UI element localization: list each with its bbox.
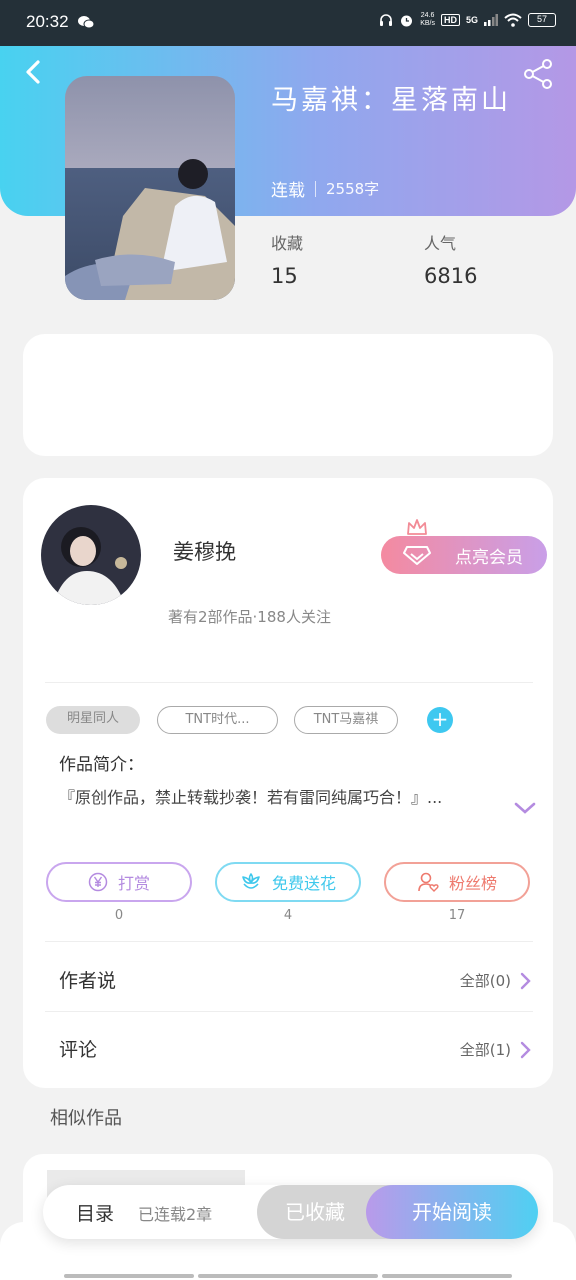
blank-card [23, 334, 553, 456]
wechat-icon [78, 16, 94, 29]
crown-icon [407, 519, 427, 535]
status-icons: 24.6 KB/s HD 5G 57 [379, 12, 556, 28]
favorites-label: 收藏 [271, 234, 304, 253]
fan-ranking-label: 粉丝榜 [448, 874, 497, 893]
chapter-count: 已连载2章 [138, 1205, 213, 1224]
author-says-label: 作者说 [59, 970, 117, 992]
book-title: 马嘉祺：星落南山 [271, 85, 511, 116]
signal-icon [484, 14, 498, 26]
share-icon[interactable] [522, 58, 554, 90]
author-meta: 著有2部作品·188人关注 [168, 608, 331, 626]
fan-ranking-button[interactable]: 粉丝榜 [384, 862, 530, 902]
nav-indicator [382, 1274, 512, 1278]
headphones-icon [380, 14, 393, 26]
author-name[interactable]: 姜穆挽 [173, 536, 236, 566]
reward-label: 打赏 [117, 874, 150, 893]
wifi-icon [504, 13, 522, 27]
yen-coin-icon [88, 872, 108, 892]
similar-works-title: 相似作品 [50, 1108, 122, 1129]
popularity-stat: 人气 6816 [424, 230, 477, 288]
reward-count: 0 [114, 908, 124, 923]
word-count: 2558字 [326, 180, 380, 198]
serial-status: 连载 [271, 181, 305, 201]
send-flower-label: 免费送花 [271, 874, 336, 893]
divider [45, 941, 533, 942]
intro-label: 作品简介： [59, 755, 144, 775]
comments-link[interactable]: 全部(1) [460, 1039, 531, 1060]
author-says-link[interactable]: 全部(0) [460, 970, 531, 991]
favorites-value: 15 [271, 264, 298, 288]
divider [45, 682, 533, 683]
favorites-stat: 收藏 15 [271, 230, 303, 288]
chevron-down-icon[interactable] [513, 800, 537, 816]
status-divider [315, 180, 316, 197]
user-heart-icon [418, 872, 439, 892]
status-bar: 20:32 24.6 KB/s HD 5G 57 [0, 0, 576, 46]
tag-item[interactable]: TNT时代... [157, 706, 278, 734]
send-flower-button[interactable]: 免费送花 [215, 862, 361, 902]
reward-button[interactable]: 打赏 [46, 862, 192, 902]
flower-count: 4 [283, 908, 293, 923]
bottom-action-bar: 目录 已连载2章 已收藏 开始阅读 [43, 1185, 538, 1239]
vip-label: 点亮会员 [455, 547, 523, 568]
popularity-label: 人气 [424, 234, 457, 253]
start-reading-button[interactable]: 开始阅读 [366, 1185, 538, 1239]
diamond-icon [403, 546, 431, 565]
nav-indicator [198, 1274, 378, 1278]
author-says-count: 全部(0) [459, 972, 511, 990]
intro-text: 『原创作品，禁止转载抄袭！若有雷同纯属巧合！』... [59, 788, 443, 807]
network-speed: 24.6 KB/s [420, 12, 435, 27]
comments-label: 评论 [59, 1039, 98, 1061]
cover-image [65, 76, 235, 300]
book-cover[interactable] [65, 76, 235, 300]
tag-item[interactable]: 明星同人 [46, 706, 140, 734]
popularity-value: 6816 [424, 264, 478, 288]
nav-indicator [64, 1274, 194, 1278]
book-status-line: 连载 2558字 [271, 176, 379, 201]
battery-icon: 57 [528, 13, 556, 27]
divider [45, 1011, 533, 1012]
avatar-image [41, 505, 141, 605]
network-type: 5G [465, 15, 478, 25]
flower-icon [242, 873, 260, 889]
book-info-card: 姜穆挽 点亮会员 著有2部作品·188人关注 明星同人 TNT时代... TNT… [23, 478, 553, 1088]
hd-badge: HD [440, 14, 460, 26]
vip-button[interactable]: 点亮会员 [381, 536, 547, 574]
tag-item[interactable]: TNT马嘉祺 [294, 706, 398, 734]
author-avatar[interactable] [41, 505, 141, 605]
status-time: 20:32 [26, 12, 69, 31]
chevron-right-icon [520, 972, 531, 989]
alarm-icon [401, 15, 413, 26]
add-tag-button[interactable]: + [427, 707, 453, 733]
fan-count: 17 [448, 908, 466, 923]
comments-count: 全部(1) [459, 1041, 511, 1059]
chevron-right-icon [520, 1041, 531, 1058]
back-icon[interactable] [20, 58, 48, 86]
toc-button[interactable]: 目录 [76, 1199, 114, 1226]
